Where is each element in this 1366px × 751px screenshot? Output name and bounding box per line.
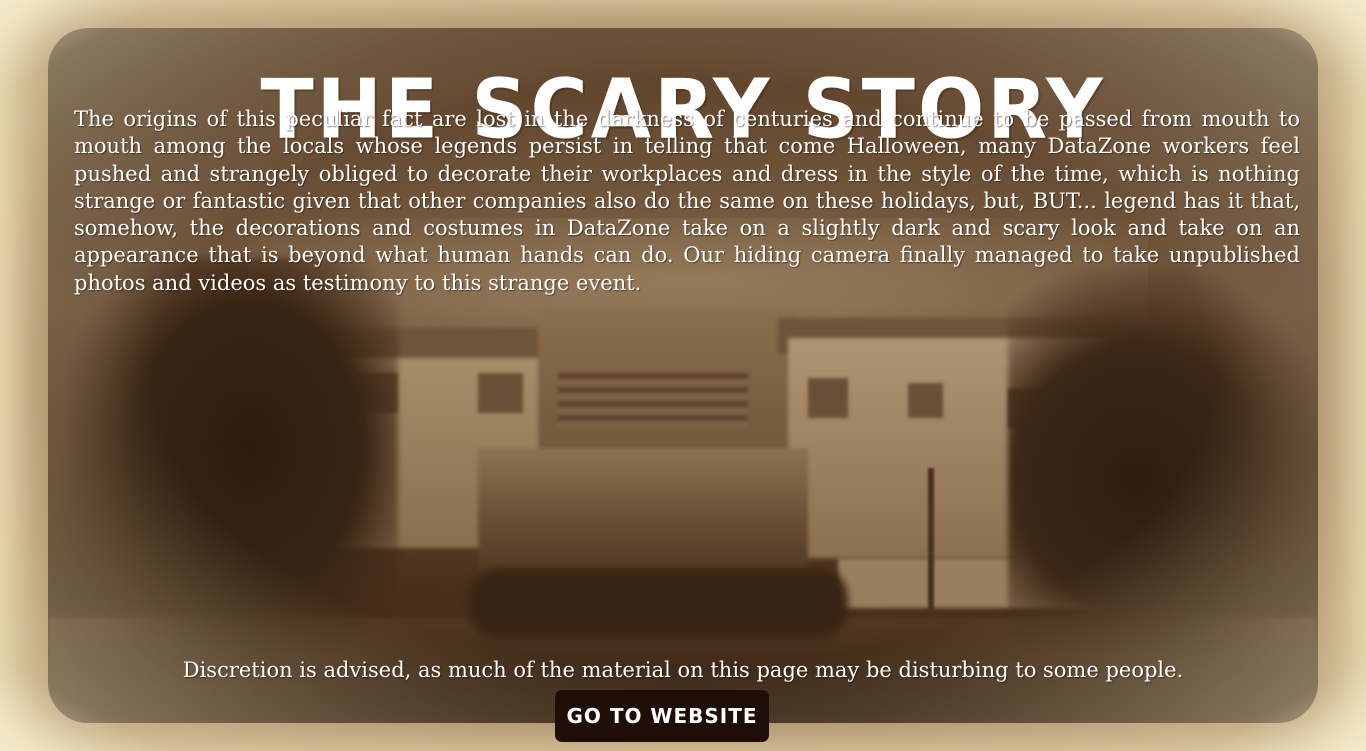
window	[808, 378, 848, 418]
tree-left	[68, 258, 398, 678]
building-center-windows	[558, 373, 748, 428]
window	[478, 373, 523, 413]
pole	[928, 468, 934, 618]
planter-box	[478, 448, 808, 578]
window	[908, 383, 943, 418]
tree-right	[1008, 268, 1318, 688]
discretion-notice: Discretion is advised, as much of the ma…	[182, 658, 1184, 682]
hedge	[468, 568, 848, 638]
page: THE SCARY STORY The origins of this pecu…	[0, 0, 1366, 751]
story-paragraph: The origins of this peculiar fact are lo…	[74, 107, 1300, 295]
go-to-website-button[interactable]: GO TO WEBSITE	[555, 690, 769, 742]
